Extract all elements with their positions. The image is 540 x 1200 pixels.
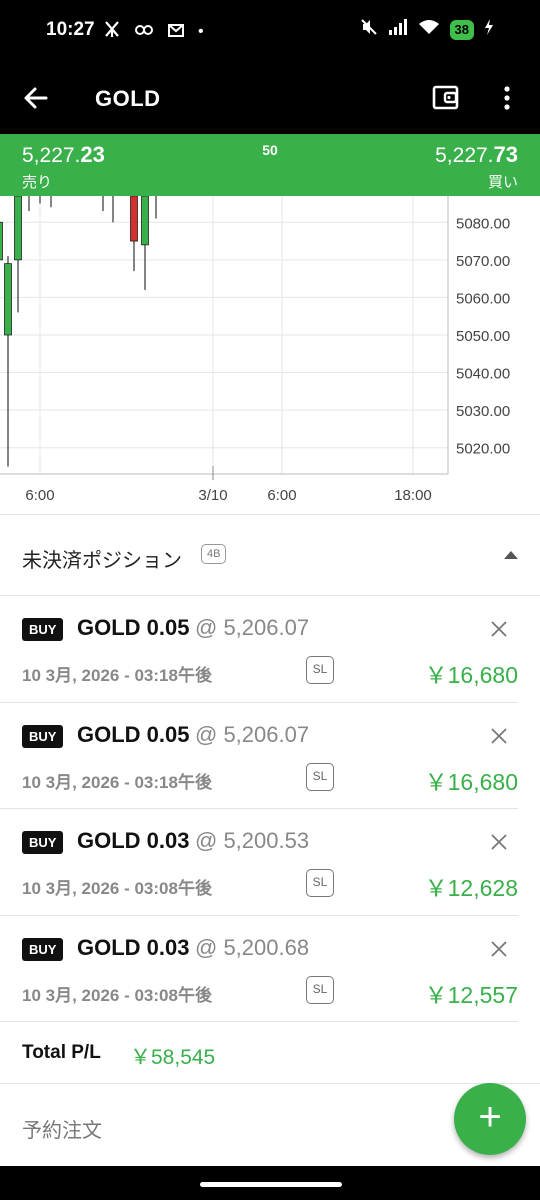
y-tick-label: 5020.00 [456, 441, 510, 458]
y-tick-label: 5050.00 [456, 328, 510, 345]
wifi-icon [418, 19, 440, 40]
app-bar: GOLD [0, 62, 540, 134]
y-tick-label: 5030.00 [456, 403, 510, 420]
position-timestamp: 10 3月, 2026 - 03:18午後 [22, 666, 212, 685]
positions-count-badge: 4B [201, 544, 227, 564]
candle-body [0, 221, 3, 261]
mail-icon [168, 21, 184, 42]
side-badge: BUY [22, 937, 64, 961]
positions-title: 未決済ポジション [22, 550, 182, 572]
plus-icon: + [478, 1095, 502, 1139]
side-badge: BUY [22, 831, 64, 854]
status-dot: • [198, 22, 204, 40]
wallet-icon[interactable] [432, 85, 459, 110]
position-row[interactable]: BUY GOLD 0.05 @ 5,206.07 10 3月, 2026 - 0… [0, 596, 518, 703]
side-badge: BUY [22, 724, 64, 748]
notification-icon [104, 20, 120, 43]
x-tick-label: 3/10 [198, 487, 227, 504]
position-open-price: @ 5,200.68 [195, 934, 310, 960]
y-tick-label: 5040.00 [456, 366, 510, 383]
sell-label[interactable]: 売り [22, 171, 52, 192]
quote-bar: 5,227.23 売り 50 5,227.73 買い [0, 134, 540, 196]
loop-icon [134, 23, 154, 41]
position-open-price: @ 5,206.07 [195, 615, 310, 640]
position-pl: ￥12,628 [424, 875, 518, 901]
signal-icon [388, 19, 408, 40]
position-row[interactable]: BUY GOLD 0.03 @ 5,200.53 10 3月, 2026 - 0… [0, 809, 518, 916]
position-row[interactable]: BUY GOLD 0.03 @ 5,200.68 10 3月, 2026 - 0… [0, 916, 518, 1022]
position-pl: ￥16,680 [424, 662, 518, 688]
side-badge: BUY [22, 618, 64, 641]
more-vert-icon[interactable] [500, 84, 514, 112]
status-left-icons: • [104, 20, 204, 43]
stop-loss-badge[interactable]: SL [306, 656, 334, 684]
candle-body [130, 196, 138, 242]
position-timestamp: 10 3月, 2026 - 03:18午後 [22, 772, 212, 792]
total-pl-row: Total P/L ￥58,545 [0, 1022, 540, 1084]
battery-level: 38 [449, 19, 474, 40]
x-tick-label: 6:00 [25, 487, 54, 504]
total-pl-value: ￥58,545 [130, 1046, 216, 1069]
home-handle[interactable] [200, 1182, 342, 1187]
page-title: GOLD [95, 86, 161, 111]
y-tick-label: 5070.00 [456, 253, 510, 270]
position-symbol: GOLD 0.03 [77, 934, 190, 960]
candlestick-chart[interactable]: 5080.00 5070.00 5060.00 5050.00 5040.00 5030.… [0, 196, 540, 514]
position-symbol: GOLD 0.05 [77, 615, 190, 640]
mute-icon [360, 18, 378, 41]
x-tick-label: 18:00 [394, 487, 432, 504]
stop-loss-badge[interactable]: SL [306, 869, 334, 897]
position-symbol: GOLD 0.03 [77, 828, 190, 853]
stop-loss-badge[interactable]: SL [306, 762, 334, 791]
position-row[interactable]: BUY GOLD 0.05 @ 5,206.07 10 3月, 2026 - 0… [0, 703, 518, 809]
back-arrow-icon[interactable] [22, 84, 50, 112]
y-tick-label: 5060.00 [456, 290, 510, 307]
system-nav-bar [0, 1166, 540, 1200]
status-time: 10:27 [46, 19, 95, 40]
close-position-icon[interactable] [488, 725, 510, 747]
new-order-button[interactable]: + [454, 1083, 526, 1155]
position-open-price: @ 5,200.53 [195, 828, 310, 853]
positions-list: BUY GOLD 0.05 @ 5,206.07 10 3月, 2026 - 0… [0, 596, 540, 1022]
positions-panel: 未決済ポジション 4B BUY GOLD 0.05 @ 5,206.07 10 … [0, 514, 540, 1166]
position-pl: ￥12,557 [424, 981, 518, 1008]
status-bar: 10:27 • 38 [0, 0, 540, 62]
collapse-caret-icon[interactable] [504, 551, 518, 559]
total-pl-label: Total P/L [22, 1042, 101, 1063]
close-position-icon[interactable] [488, 938, 510, 960]
position-pl: ￥16,680 [424, 768, 518, 795]
buy-price[interactable]: 5,227.73 [435, 142, 518, 168]
positions-header[interactable]: 未決済ポジション 4B [0, 514, 540, 596]
charging-icon [484, 19, 494, 40]
candle-body [14, 196, 22, 261]
price-chart[interactable]: 5080.00 5070.00 5060.00 5050.00 5040.00 5030.… [0, 196, 540, 514]
close-position-icon[interactable] [488, 618, 510, 640]
close-position-icon[interactable] [488, 831, 510, 853]
position-open-price: @ 5,206.07 [195, 721, 310, 747]
x-tick-label: 6:00 [267, 487, 296, 504]
status-right-icons: 38 [360, 18, 494, 41]
y-tick-label: 5080.00 [456, 215, 510, 232]
pending-orders-label: 予約注文 [22, 1120, 102, 1142]
candle-body [141, 196, 149, 246]
position-timestamp: 10 3月, 2026 - 03:08午後 [22, 985, 212, 1005]
stop-loss-badge[interactable]: SL [306, 975, 334, 1004]
buy-label[interactable]: 買い [488, 171, 518, 192]
position-timestamp: 10 3月, 2026 - 03:08午後 [22, 879, 212, 898]
position-symbol: GOLD 0.05 [77, 721, 190, 747]
candle-body [4, 263, 12, 336]
